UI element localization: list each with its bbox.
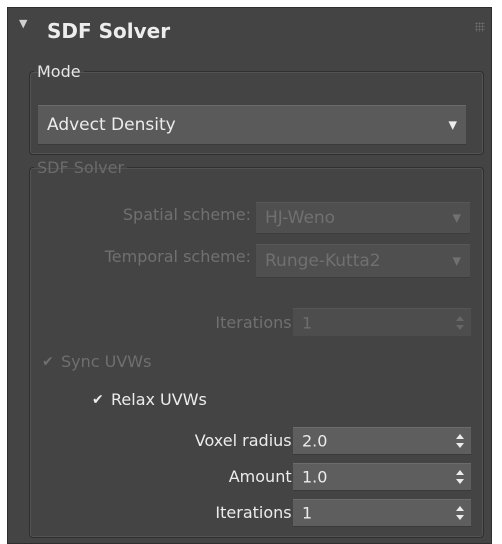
iterations-spinner[interactable]: 1 — [293, 308, 471, 336]
amount-label: Amount: — [228, 467, 297, 486]
rollout-title: SDF Solver — [47, 19, 171, 43]
checkmark-icon: ✔ — [42, 353, 54, 370]
rollout-header[interactable]: ▼ SDF Solver — [8, 8, 491, 52]
relax-iterations-label: Iterations: — [215, 503, 297, 522]
voxel-radius-value: 2.0 — [302, 431, 328, 451]
relax-uvws-checkbox[interactable]: ✔ Relax UVWs — [92, 390, 207, 409]
spatial-scheme-dropdown[interactable]: HJ-Weno ▼ — [256, 202, 470, 234]
spinner-arrows-icon[interactable] — [456, 315, 464, 330]
voxel-radius-spinner[interactable]: 2.0 — [293, 427, 471, 455]
sdf-solver-rollout: ▼ SDF Solver Mode Advect Density ▼ SDF S… — [7, 7, 492, 544]
spinner-arrows-icon[interactable] — [456, 470, 464, 484]
checkmark-icon: ✔ — [92, 391, 104, 408]
temporal-scheme-label: Temporal scheme: — [104, 247, 251, 266]
spinner-arrows-icon[interactable] — [456, 506, 464, 520]
relax-iterations-value: 1 — [302, 503, 313, 523]
temporal-scheme-dropdown[interactable]: Runge-Kutta2 ▼ — [256, 244, 470, 278]
voxel-radius-label: Voxel radius: — [194, 431, 297, 450]
chevron-down-icon: ▼ — [448, 118, 457, 132]
amount-spinner[interactable]: 1.0 — [293, 463, 471, 491]
relax-uvws-label: Relax UVWs — [111, 390, 207, 409]
mode-group: Mode Advect Density ▼ — [29, 62, 484, 155]
temporal-scheme-value: Runge-Kutta2 — [265, 251, 381, 271]
iterations-label: Iterations: — [215, 313, 297, 332]
chevron-down-icon: ▼ — [452, 254, 461, 268]
chevron-down-icon: ▼ — [452, 211, 461, 225]
spinner-arrows-icon[interactable] — [456, 434, 464, 448]
sdf-solver-legend: SDF Solver — [37, 158, 125, 177]
mode-dropdown[interactable]: Advect Density ▼ — [38, 105, 466, 145]
spatial-scheme-label: Spatial scheme: — [122, 205, 251, 224]
iterations-value: 1 — [302, 313, 313, 332]
sync-uvws-checkbox[interactable]: ✔ Sync UVWs — [42, 352, 151, 371]
collapse-triangle-icon[interactable]: ▼ — [19, 17, 27, 30]
drag-grip-icon[interactable] — [475, 22, 485, 32]
mode-dropdown-value: Advect Density — [47, 115, 176, 135]
spatial-scheme-value: HJ-Weno — [265, 208, 336, 228]
relax-iterations-spinner[interactable]: 1 — [293, 499, 471, 527]
mode-legend: Mode — [37, 62, 81, 81]
sdf-solver-group: SDF Solver Spatial scheme: HJ-Weno ▼ Tem… — [29, 158, 484, 538]
sync-uvws-label: Sync UVWs — [61, 352, 152, 371]
amount-value: 1.0 — [302, 467, 328, 487]
